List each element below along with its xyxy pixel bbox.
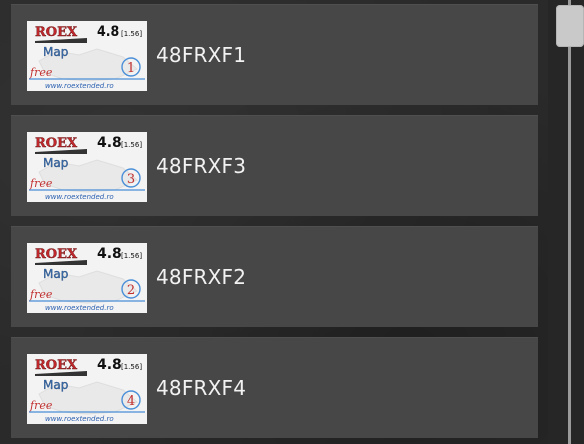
scroll-track[interactable] xyxy=(568,0,571,444)
brand-text: ROEX xyxy=(35,136,78,151)
brand-sub-text: Map xyxy=(43,45,68,59)
number-text: 1 xyxy=(127,61,135,76)
site-text: www.roextended.ro xyxy=(45,82,114,90)
mod-thumbnail: ROEX Map 4.8 [1.56] 2 free www.roextende… xyxy=(27,243,147,313)
version-text: 4.8 xyxy=(97,357,122,373)
mod-list-item[interactable]: ROEX Map 4.8 [1.56] 2 free www.roextende… xyxy=(11,226,538,327)
scrollbar[interactable] xyxy=(548,0,584,444)
mod-list: ROEX Map 4.8 [1.56] 1 free www.roextende… xyxy=(0,0,548,444)
game-version-text: [1.56] xyxy=(121,363,142,371)
site-text: www.roextended.ro xyxy=(45,304,114,312)
number-text: 4 xyxy=(127,394,135,409)
mod-name: 48FRXF1 xyxy=(156,43,247,67)
brand-sub-text: Map xyxy=(43,267,68,281)
number-text: 3 xyxy=(127,172,135,187)
mod-thumbnail: ROEX Map 4.8 [1.56] 4 free www.roextende… xyxy=(27,354,147,424)
site-text: www.roextended.ro xyxy=(45,415,114,423)
game-version-text: [1.56] xyxy=(121,30,142,38)
mod-list-item[interactable]: ROEX Map 4.8 [1.56] 3 free www.roextende… xyxy=(11,115,538,216)
mod-list-item[interactable]: ROEX Map 4.8 [1.56] 1 free www.roextende… xyxy=(11,4,538,105)
mod-name: 48FRXF2 xyxy=(156,265,247,289)
mod-thumbnail: ROEX Map 4.8 [1.56] 1 free www.roextende… xyxy=(27,21,147,91)
brand-text: ROEX xyxy=(35,247,78,262)
version-text: 4.8 xyxy=(97,135,122,151)
game-version-text: [1.56] xyxy=(121,252,142,260)
tag-text: free xyxy=(29,66,53,79)
brand-sub-text: Map xyxy=(43,378,68,392)
mod-name: 48FRXF4 xyxy=(156,376,247,400)
mod-name: 48FRXF3 xyxy=(156,154,247,178)
tag-text: free xyxy=(29,399,53,412)
number-text: 2 xyxy=(127,283,135,298)
version-text: 4.8 xyxy=(97,24,119,40)
tag-text: free xyxy=(29,177,53,190)
mod-thumbnail: ROEX Map 4.8 [1.56] 3 free www.roextende… xyxy=(27,132,147,202)
site-text: www.roextended.ro xyxy=(45,193,114,201)
game-version-text: [1.56] xyxy=(121,141,142,149)
brand-text: ROEX xyxy=(35,25,78,40)
brand-sub-text: Map xyxy=(43,156,68,170)
tag-text: free xyxy=(29,288,53,301)
scroll-thumb[interactable] xyxy=(556,5,584,47)
mod-list-item[interactable]: ROEX Map 4.8 [1.56] 4 free www.roextende… xyxy=(11,337,538,438)
brand-text: ROEX xyxy=(35,358,78,373)
version-text: 4.8 xyxy=(97,246,122,262)
